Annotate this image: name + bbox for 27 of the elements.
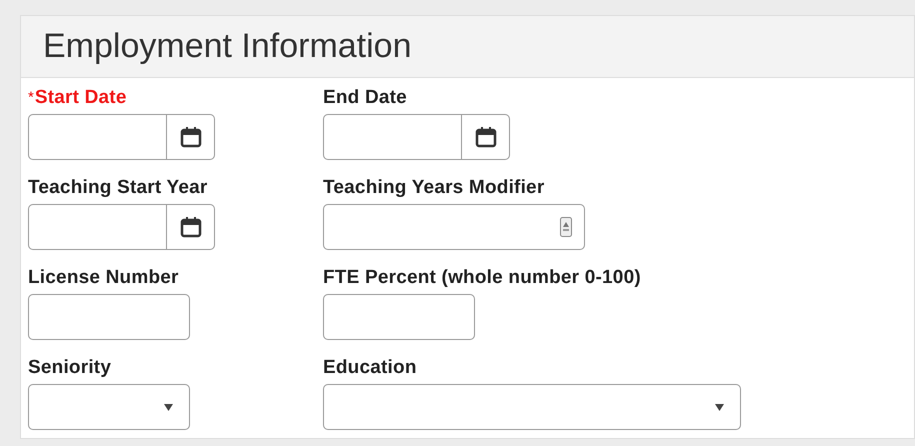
calendar-icon — [180, 216, 202, 238]
date-field[interactable] — [323, 114, 462, 160]
required-asterisk: * — [28, 88, 34, 108]
field-label: License Number — [28, 266, 179, 290]
spinner-icon — [560, 217, 572, 237]
date-field[interactable] — [28, 204, 167, 250]
calendar-button[interactable] — [167, 114, 215, 160]
date-field[interactable] — [28, 114, 167, 160]
field-label: Start Date — [34, 86, 127, 110]
dropdown[interactable] — [28, 384, 190, 430]
field-label: FTE Percent (whole number 0-100) — [323, 266, 641, 290]
calendar-icon — [180, 126, 202, 148]
field-label: End Date — [323, 86, 407, 110]
field-label: Teaching Start Year — [28, 176, 208, 200]
dropdown[interactable] — [323, 384, 741, 430]
calendar-button[interactable] — [462, 114, 510, 160]
field-label: Teaching Years Modifier — [323, 176, 544, 200]
number-field[interactable] — [323, 204, 585, 250]
caret-icon — [715, 404, 724, 410]
text-field[interactable] — [28, 294, 190, 340]
field-label: Seniority — [28, 356, 112, 380]
calendar-button[interactable] — [167, 204, 215, 250]
calendar-icon — [474, 126, 496, 148]
caret-icon — [164, 404, 173, 410]
text-field[interactable] — [323, 294, 475, 340]
section-title: Employment Information — [43, 26, 412, 67]
field-label: Education — [323, 356, 417, 380]
